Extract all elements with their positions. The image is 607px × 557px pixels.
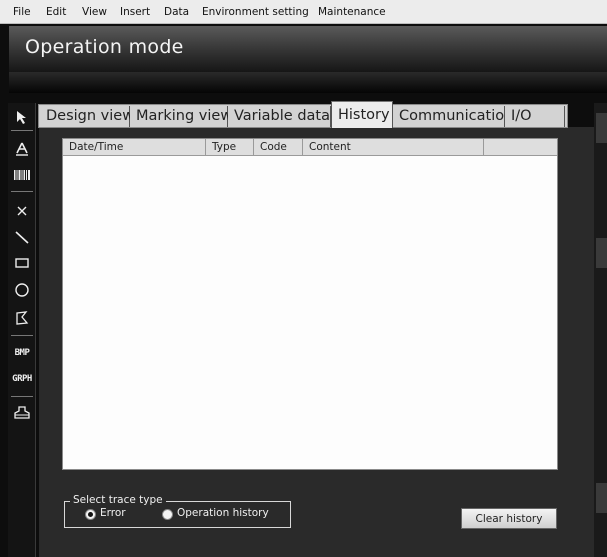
pointer-icon[interactable] <box>11 107 33 127</box>
tool-palette: BMP GRPH <box>8 103 36 557</box>
stamp-icon[interactable] <box>11 403 33 423</box>
tool-divider <box>11 396 33 397</box>
graph-label: GRPH <box>12 374 32 384</box>
menu-bar: File Edit View Insert Data Environment s… <box>0 0 607 24</box>
menu-edit[interactable]: Edit <box>46 6 66 18</box>
tab-history[interactable]: History <box>331 101 393 128</box>
clear-history-button[interactable]: Clear history <box>461 508 557 529</box>
history-list[interactable]: Date/Time Type Code Content <box>62 138 558 470</box>
barcode-icon[interactable] <box>11 165 33 185</box>
column-header-filler <box>484 139 557 155</box>
radio-selected-dot <box>88 512 93 517</box>
polygon-icon[interactable] <box>11 308 33 328</box>
right-edge-strip <box>594 103 607 557</box>
menu-environment-setting[interactable]: Environment setting <box>202 6 309 18</box>
graph-icon[interactable]: GRPH <box>11 369 33 389</box>
list-header: Date/Time Type Code Content <box>63 139 557 156</box>
line-icon[interactable] <box>11 227 33 247</box>
trace-type-group-label: Select trace type <box>70 494 166 506</box>
radio-operation-history-label[interactable]: Operation history <box>177 507 269 519</box>
edge-segment <box>596 113 607 143</box>
column-header-date-time[interactable]: Date/Time <box>63 139 206 155</box>
menu-file[interactable]: File <box>13 6 31 18</box>
tab-io[interactable]: I/O <box>505 106 565 127</box>
tool-divider <box>11 335 33 336</box>
tab-bar: Design view Marking view Variable data H… <box>38 101 568 128</box>
title-strip <box>9 72 607 93</box>
bmp-label: BMP <box>14 348 30 358</box>
menu-insert[interactable]: Insert <box>120 6 150 18</box>
bmp-icon[interactable]: BMP <box>11 343 33 363</box>
menu-maintenance[interactable]: Maintenance <box>318 6 386 18</box>
edge-segment <box>596 238 607 268</box>
cross-mark-icon[interactable] <box>11 201 33 221</box>
menu-view[interactable]: View <box>82 6 107 18</box>
menu-data[interactable]: Data <box>164 6 189 18</box>
tab-design-view[interactable]: Design view <box>40 106 134 127</box>
tab-variable-data[interactable]: Variable data <box>228 106 331 127</box>
tab-marking-view[interactable]: Marking view <box>130 106 232 127</box>
radio-error-label[interactable]: Error <box>100 507 126 519</box>
circle-icon[interactable] <box>11 280 33 300</box>
trace-type-group: Select trace type Error Operation histor… <box>64 494 291 528</box>
tool-divider <box>11 191 33 192</box>
tab-communication[interactable]: Communication <box>393 106 513 127</box>
rectangle-icon[interactable] <box>11 253 33 273</box>
edge-segment <box>596 483 607 513</box>
column-header-type[interactable]: Type <box>206 139 254 155</box>
column-header-content[interactable]: Content <box>303 139 484 155</box>
title-bar: Operation mode <box>9 26 607 72</box>
page-title: Operation mode <box>25 36 184 58</box>
radio-error[interactable] <box>85 509 96 520</box>
column-header-code[interactable]: Code <box>254 139 303 155</box>
text-icon[interactable] <box>11 139 33 159</box>
tool-divider <box>11 130 33 131</box>
radio-operation-history[interactable] <box>162 509 173 520</box>
